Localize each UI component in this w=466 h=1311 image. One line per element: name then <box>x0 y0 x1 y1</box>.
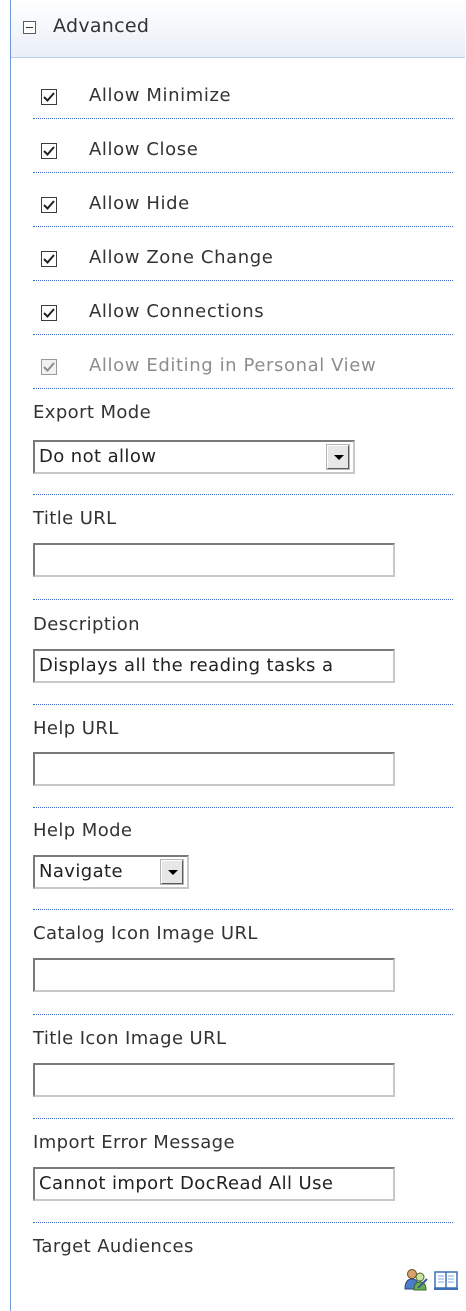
advanced-tool-panel: Advanced Allow Minimize Allow Close Allo… <box>10 0 465 1311</box>
checkbox-row-allow-minimize[interactable]: Allow Minimize <box>33 66 453 119</box>
checkbox-row-allow-hide[interactable]: Allow Hide <box>33 173 453 227</box>
separator <box>33 704 453 705</box>
checkmark-icon <box>43 146 55 156</box>
checkbox-row-allow-connections[interactable]: Allow Connections <box>33 281 453 335</box>
checkmark-icon <box>43 200 55 210</box>
checkmark-icon <box>43 362 55 372</box>
allow-connections-checkbox[interactable] <box>41 305 57 321</box>
allow-hide-label: Allow Hide <box>89 193 190 214</box>
separator <box>33 909 453 910</box>
checkmark-icon <box>43 308 55 318</box>
title-icon-url-label: Title Icon Image URL <box>33 1028 227 1049</box>
collapse-icon[interactable] <box>23 21 36 34</box>
separator <box>33 494 453 495</box>
description-input[interactable]: Displays all the reading tasks a <box>33 649 395 683</box>
allow-close-label: Allow Close <box>89 139 199 160</box>
separator <box>33 1118 453 1119</box>
checkmark-icon <box>43 92 55 102</box>
export-mode-label: Export Mode <box>33 402 152 423</box>
section-header[interactable]: Advanced <box>11 0 465 58</box>
help-mode-label: Help Mode <box>33 820 133 841</box>
import-error-input[interactable]: Cannot import DocRead All Use <box>33 1167 395 1201</box>
help-url-label: Help URL <box>33 718 119 739</box>
checkbox-row-allow-editing-personal-view: Allow Editing in Personal View <box>33 335 453 389</box>
allow-editing-personal-view-checkbox <box>41 359 57 375</box>
checkbox-row-allow-zone-change[interactable]: Allow Zone Change <box>33 227 453 281</box>
separator <box>33 1222 453 1223</box>
allow-editing-personal-view-label: Allow Editing in Personal View <box>89 355 377 376</box>
help-url-input[interactable] <box>33 752 395 786</box>
export-mode-select[interactable]: Do not allow <box>33 440 355 474</box>
checkbox-row-allow-close[interactable]: Allow Close <box>33 119 453 173</box>
import-error-label: Import Error Message <box>33 1132 235 1153</box>
allow-zone-change-checkbox[interactable] <box>41 251 57 267</box>
people-picker-icon[interactable] <box>403 1268 429 1292</box>
separator <box>33 599 453 600</box>
separator <box>33 807 453 808</box>
allow-connections-label: Allow Connections <box>89 301 265 322</box>
title-url-input[interactable] <box>33 543 395 577</box>
allow-close-checkbox[interactable] <box>41 143 57 159</box>
separator <box>33 1014 453 1015</box>
title-url-label: Title URL <box>33 508 117 529</box>
help-mode-value: Navigate <box>39 861 123 882</box>
catalog-icon-url-label: Catalog Icon Image URL <box>33 923 258 944</box>
allow-hide-checkbox[interactable] <box>41 197 57 213</box>
section-title: Advanced <box>53 15 150 37</box>
address-book-icon[interactable] <box>433 1268 459 1292</box>
checkmark-icon <box>43 254 55 264</box>
allow-zone-change-label: Allow Zone Change <box>89 247 274 268</box>
chevron-down-icon[interactable] <box>326 444 350 470</box>
target-audiences-label: Target Audiences <box>33 1236 194 1257</box>
allow-minimize-checkbox[interactable] <box>41 89 57 105</box>
export-mode-value: Do not allow <box>39 446 157 467</box>
description-label: Description <box>33 614 140 635</box>
allow-minimize-label: Allow Minimize <box>89 85 232 106</box>
title-icon-url-input[interactable] <box>33 1063 395 1097</box>
chevron-down-icon[interactable] <box>160 859 184 885</box>
catalog-icon-url-input[interactable] <box>33 958 395 992</box>
help-mode-select[interactable]: Navigate <box>33 855 189 889</box>
